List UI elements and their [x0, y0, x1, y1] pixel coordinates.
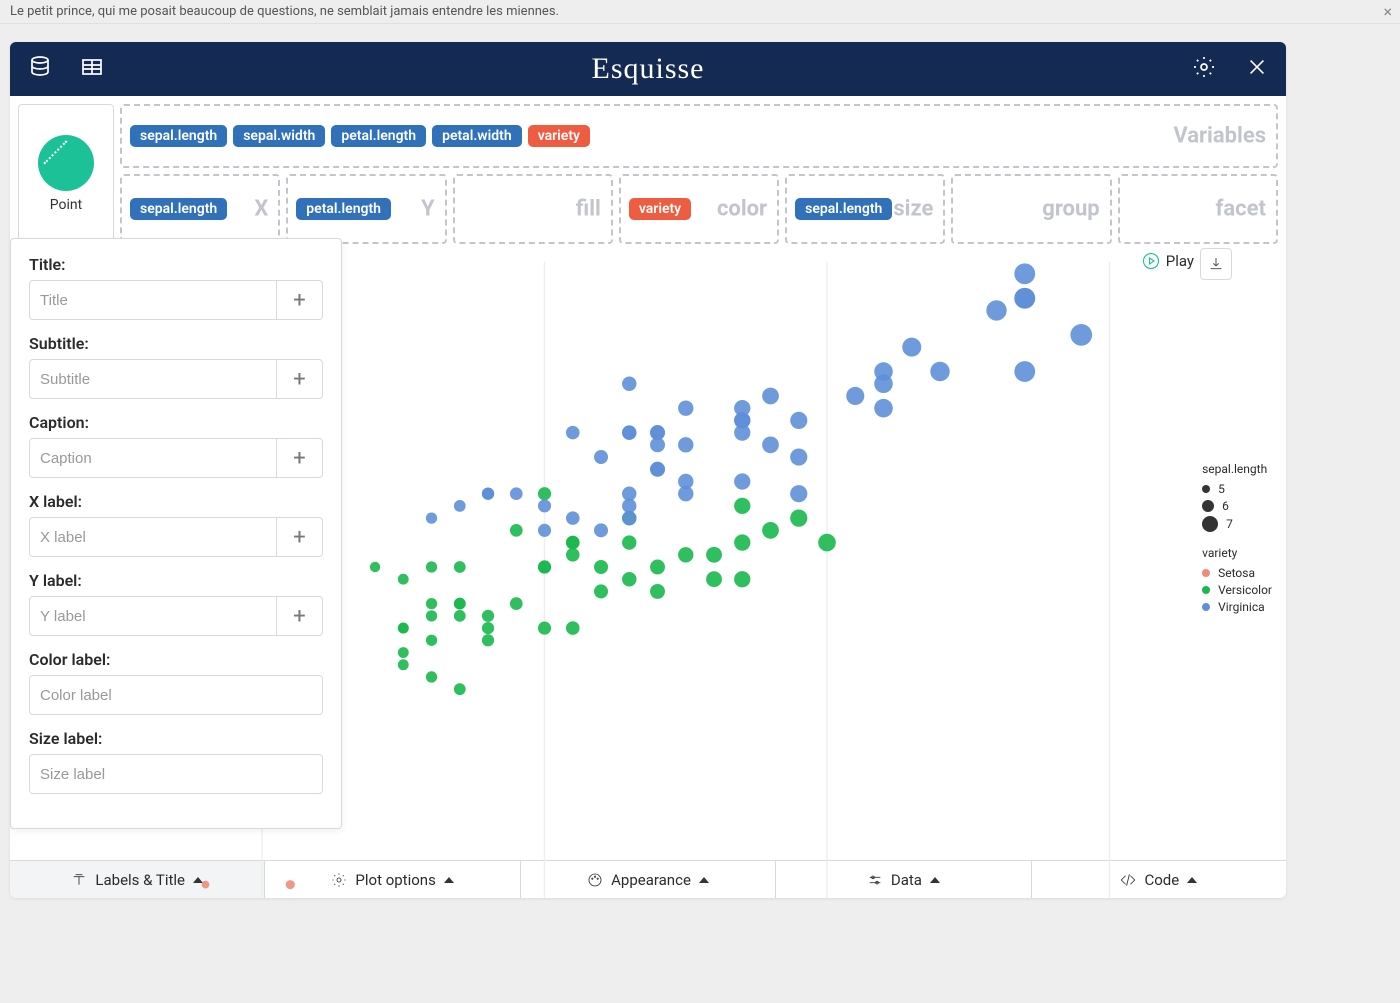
- subtitle-input[interactable]: [29, 359, 277, 399]
- aes-zone-color[interactable]: variety color: [619, 174, 779, 244]
- zone-label-group: group: [1042, 197, 1099, 222]
- banner: Le petit prince, qui me posait beaucoup …: [0, 0, 1400, 24]
- caption-plus-button[interactable]: +: [277, 438, 323, 478]
- aes-zone-size[interactable]: sepal.lengthsize: [785, 174, 945, 244]
- zone-label-X: X: [254, 197, 268, 222]
- pill-petal.length[interactable]: petal.length: [331, 125, 426, 147]
- zone-label-facet: facet: [1216, 197, 1266, 222]
- field-label-title: Title:: [29, 255, 323, 274]
- table-icon[interactable]: [80, 55, 104, 83]
- xlabel-plus-button[interactable]: +: [277, 517, 323, 557]
- zone-label-fill: fill: [576, 197, 601, 222]
- legend-size-title: sepal.length: [1202, 462, 1272, 476]
- geom-label: Point: [50, 197, 82, 213]
- pill-sepal.length[interactable]: sepal.length: [130, 198, 227, 220]
- sizelabel-input[interactable]: [29, 754, 323, 794]
- aes-zone-fill[interactable]: fill: [453, 174, 613, 244]
- xlabel-input[interactable]: [29, 517, 277, 557]
- zone-label-size: size: [893, 197, 933, 222]
- database-icon[interactable]: [28, 55, 52, 83]
- zone-label-color: color: [717, 197, 767, 222]
- legend-color-title: variety: [1202, 546, 1272, 560]
- close-icon[interactable]: ×: [1383, 2, 1392, 21]
- pill-sepal.length[interactable]: sepal.length: [795, 198, 892, 220]
- field-label-xlabel: X label:: [29, 492, 323, 511]
- pill-variety[interactable]: variety: [629, 198, 691, 220]
- field-label-caption: Caption:: [29, 413, 323, 432]
- pill-sepal.width[interactable]: sepal.width: [233, 125, 325, 147]
- subtitle-plus-button[interactable]: +: [277, 359, 323, 399]
- caption-input[interactable]: [29, 438, 277, 478]
- point-geom-icon: [38, 135, 94, 191]
- geom-selector[interactable]: Point: [18, 104, 114, 244]
- legend-color-row: Virginica: [1202, 600, 1272, 614]
- banner-text: Le petit prince, qui me posait beaucoup …: [10, 4, 559, 19]
- ylabel-plus-button[interactable]: +: [277, 596, 323, 636]
- labels-panel: Title: + Subtitle: + Caption: + X label: + Y lab…: [10, 238, 342, 829]
- play-label: Play: [1166, 252, 1194, 270]
- aes-zone-facet[interactable]: facet: [1118, 174, 1278, 244]
- legend-color-row: Versicolor: [1202, 583, 1272, 597]
- play-button[interactable]: Play: [1142, 252, 1194, 270]
- pill-variety[interactable]: variety: [528, 125, 590, 147]
- colorlabel-input[interactable]: [29, 675, 323, 715]
- legend: sepal.length 5 6 7 variety Setosa Versicolor Vi…: [1202, 448, 1272, 617]
- legend-size-row: 6: [1202, 499, 1272, 513]
- gear-icon[interactable]: [1192, 55, 1216, 83]
- close-app-icon[interactable]: [1246, 56, 1268, 82]
- pill-petal.length[interactable]: petal.length: [296, 198, 391, 220]
- aes-zone-Y[interactable]: petal.length Y: [286, 174, 446, 244]
- field-label-ylabel: Y label:: [29, 571, 323, 590]
- legend-size-row: 7: [1202, 516, 1272, 532]
- legend-size-row: 5: [1202, 482, 1272, 496]
- title-plus-button[interactable]: +: [277, 280, 323, 320]
- field-label-colorlabel: Color label:: [29, 650, 323, 669]
- aes-zone-X[interactable]: sepal.length X: [120, 174, 280, 244]
- pill-sepal.length[interactable]: sepal.length: [130, 125, 227, 147]
- field-label-subtitle: Subtitle:: [29, 334, 323, 353]
- topbar: Esquisse: [10, 42, 1286, 96]
- aes-zone-group[interactable]: group: [951, 174, 1111, 244]
- title-input[interactable]: [29, 280, 277, 320]
- aesthetics-row: sepal.length Xpetal.length Yfill variety col…: [120, 174, 1278, 244]
- variables-zone[interactable]: sepal.length sepal.width petal.length petal…: [120, 104, 1278, 168]
- pill-petal.width[interactable]: petal.width: [432, 125, 522, 147]
- field-label-sizelabel: Size label:: [29, 729, 323, 748]
- zone-label-Y: Y: [421, 197, 435, 222]
- app-window: Esquisse Point sepal.length sepal.width pe…: [10, 42, 1286, 898]
- download-button[interactable]: [1200, 248, 1232, 280]
- app-title: Esquisse: [592, 52, 705, 86]
- legend-color-row: Setosa: [1202, 566, 1272, 580]
- zone-label-variables: Variables: [1173, 124, 1266, 149]
- ylabel-input[interactable]: [29, 596, 277, 636]
